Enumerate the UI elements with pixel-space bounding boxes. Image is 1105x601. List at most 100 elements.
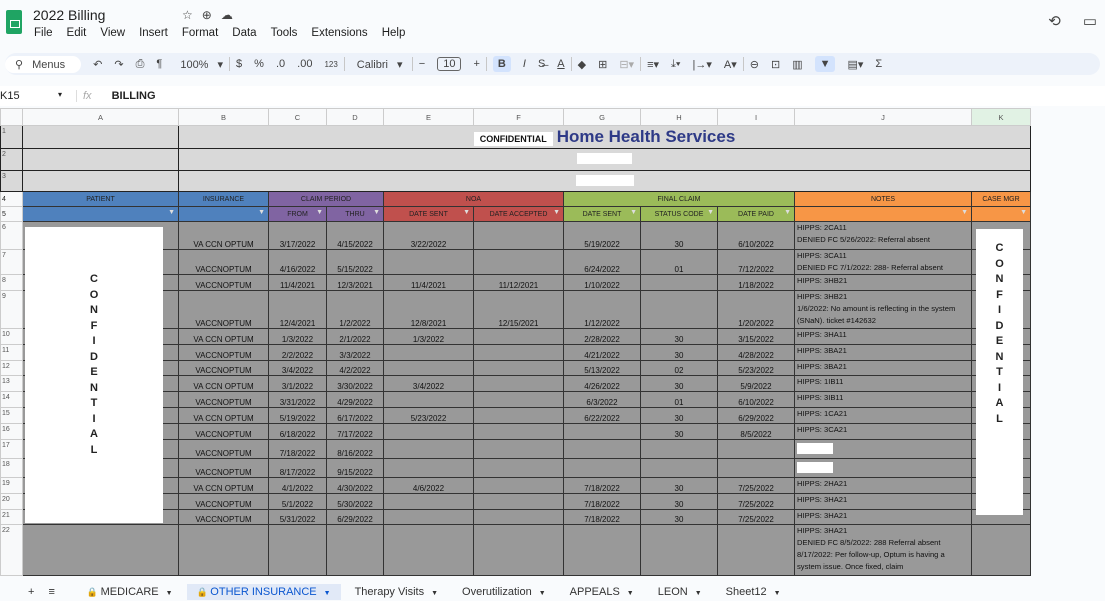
cell-ins[interactable]: VA CCN OPTUM	[178, 328, 269, 345]
cell-status[interactable]	[640, 274, 718, 291]
cell-from[interactable]	[268, 524, 327, 576]
column-header-h[interactable]: H	[640, 108, 718, 126]
wrap-icon[interactable]: |→▾	[693, 58, 712, 71]
cell-thru[interactable]: 6/17/2022	[326, 407, 384, 424]
cell-thru[interactable]: 3/3/2022	[326, 344, 384, 361]
cell-notes[interactable]: HIPPS: 3BA21	[794, 344, 972, 361]
cell-noa-acc[interactable]	[473, 344, 564, 361]
cell-notes[interactable]: HIPPS: 3HA21 DENIED FC 8/5/2022: 288 Refe…	[794, 524, 972, 576]
cell-paid[interactable]	[717, 458, 795, 478]
cell-fc-sent[interactable]: 7/18/2022	[563, 477, 641, 494]
row-header[interactable]: 20	[0, 493, 23, 510]
cell-from[interactable]: 4/16/2022	[268, 249, 327, 275]
filter-dropdown-icon[interactable]: ▼	[258, 209, 265, 216]
italic-button[interactable]: I	[523, 58, 526, 70]
increase-decimal-button[interactable]: .00	[297, 58, 312, 70]
sheets-logo-icon[interactable]	[6, 10, 22, 34]
cell-noa-acc[interactable]: 11/12/2021	[473, 274, 564, 291]
search-menus[interactable]: ⚲ Menus	[5, 55, 82, 73]
cell-noa-sent[interactable]	[383, 509, 474, 525]
cell-paid[interactable]: 1/18/2022	[717, 274, 795, 291]
cell-paid[interactable]: 6/10/2022	[717, 221, 795, 250]
cell-notes[interactable]	[794, 439, 972, 459]
cell-paid[interactable]: 6/10/2022	[717, 391, 795, 408]
row-header[interactable]: 6	[0, 221, 23, 250]
column-header-f[interactable]: F	[473, 108, 564, 126]
cell-thru[interactable]: 5/30/2022	[326, 493, 384, 510]
paint-format-icon[interactable]: ¶	[156, 58, 162, 70]
select-all[interactable]	[0, 108, 23, 126]
document-title[interactable]: 2022 Billing	[33, 7, 105, 23]
add-sheet-button[interactable]: +	[28, 586, 34, 598]
comment-icon[interactable]: ⊡	[771, 58, 780, 71]
menu-view[interactable]: View	[100, 27, 125, 39]
cell-ins[interactable]: VACCNOPTUM	[178, 290, 269, 329]
cell-notes[interactable]: HIPPS: 1IB11	[794, 375, 972, 392]
cell-status[interactable]: 30	[640, 477, 718, 494]
cell-paid[interactable]: 6/29/2022	[717, 407, 795, 424]
more-formats-button[interactable]: 123	[324, 60, 337, 69]
cell-thru[interactable]: 5/15/2022	[326, 249, 384, 275]
row-header[interactable]: 14	[0, 391, 23, 408]
cell-ins[interactable]: VACCNOPTUM	[178, 344, 269, 361]
history-icon[interactable]: ⟲	[1048, 12, 1061, 30]
cell-fc-sent[interactable]: 4/26/2022	[563, 375, 641, 392]
redo-icon[interactable]: ↷	[114, 58, 123, 71]
zoom-select[interactable]: 100% ▾	[174, 58, 223, 71]
borders-icon[interactable]: ⊞	[598, 58, 607, 71]
filter-dropdown-icon[interactable]: ▼	[961, 209, 968, 216]
fill-color-icon[interactable]: ◆	[578, 58, 586, 71]
move-icon[interactable]: ⊕	[202, 8, 221, 22]
cell-paid[interactable]: 7/25/2022	[717, 493, 795, 510]
cell-noa-sent[interactable]	[383, 439, 474, 459]
functions-icon[interactable]: Σ	[875, 58, 882, 70]
cell-from[interactable]: 5/31/2022	[268, 509, 327, 525]
row-header[interactable]: 15	[0, 407, 23, 424]
column-header-j[interactable]: J	[794, 108, 972, 126]
chart-icon[interactable]: ▥	[792, 58, 802, 71]
cell-noa-sent[interactable]: 11/4/2021	[383, 274, 474, 291]
column-header-i[interactable]: I	[717, 108, 795, 126]
cell-noa-sent[interactable]	[383, 524, 474, 576]
cell-from[interactable]: 3/1/2022	[268, 375, 327, 392]
cell-notes[interactable]: HIPPS: 1CA21	[794, 407, 972, 424]
cell-ins[interactable]: VACCNOPTUM	[178, 493, 269, 510]
row-header[interactable]: 1	[0, 125, 23, 149]
cell-fc-sent[interactable]: 5/19/2022	[563, 221, 641, 250]
text-color-icon[interactable]: A	[557, 58, 564, 70]
cell-thru[interactable]: 7/17/2022	[326, 423, 384, 440]
cell-ins[interactable]: VACCNOPTUM	[178, 458, 269, 478]
cell-status[interactable]	[640, 458, 718, 478]
chevron-down-icon[interactable]: ▼	[539, 590, 546, 597]
cell-fc-sent[interactable]: 1/12/2022	[563, 290, 641, 329]
cell-noa-acc[interactable]	[473, 407, 564, 424]
cell-from[interactable]: 7/18/2022	[268, 439, 327, 459]
cell-noa-acc[interactable]	[473, 328, 564, 345]
filter-dropdown-icon[interactable]: ▼	[1020, 209, 1027, 216]
row-header[interactable]: 17	[0, 439, 23, 459]
column-header-b[interactable]: B	[178, 108, 269, 126]
percent-button[interactable]: %	[254, 58, 264, 70]
cell-paid[interactable]	[717, 524, 795, 576]
cell-notes[interactable]: HIPPS: 3CA11 DENIED FC 7/1/2022: 288- Ref…	[794, 249, 972, 275]
sheet-tab-other-insurance[interactable]: 🔒 OTHER INSURANCE ▼	[186, 584, 341, 600]
cell-from[interactable]: 4/1/2022	[268, 477, 327, 494]
filter-dropdown-icon[interactable]: ▼	[707, 209, 714, 216]
cell-status[interactable]: 30	[640, 375, 718, 392]
cell-case-mgr[interactable]	[971, 524, 1031, 576]
link-icon[interactable]: ⊖	[750, 58, 759, 71]
decrease-decimal-button[interactable]: .0	[276, 58, 285, 70]
cell-thru[interactable]: 1/2/2022	[326, 290, 384, 329]
menu-help[interactable]: Help	[382, 27, 406, 39]
sheet-tab-therapy-visits[interactable]: Therapy Visits ▼	[345, 584, 448, 600]
currency-button[interactable]: $	[236, 58, 242, 70]
cell-ins[interactable]: VA CCN OPTUM	[178, 375, 269, 392]
menu-file[interactable]: File	[34, 27, 53, 39]
filter-dropdown-icon[interactable]: ▼	[784, 209, 791, 216]
filter-dropdown-icon[interactable]: ▼	[373, 209, 380, 216]
chevron-down-icon[interactable]: ▼	[627, 590, 634, 597]
cell-noa-acc[interactable]	[473, 477, 564, 494]
cell-from[interactable]: 3/17/2022	[268, 221, 327, 250]
cell-from[interactable]: 12/4/2021	[268, 290, 327, 329]
menu-insert[interactable]: Insert	[139, 27, 168, 39]
